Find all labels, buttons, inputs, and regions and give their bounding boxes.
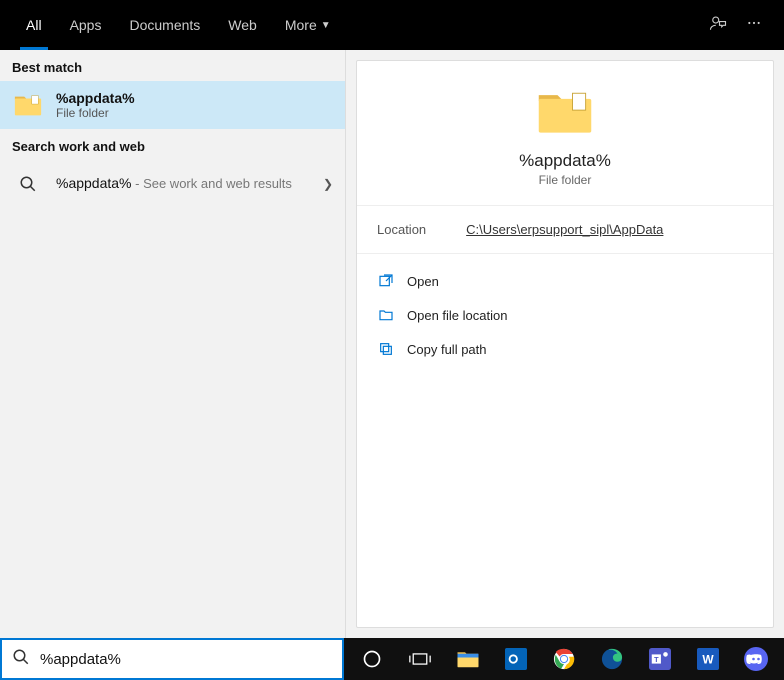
- search-icon: [12, 648, 30, 671]
- best-match-heading: Best match: [0, 50, 345, 81]
- taskbar-chrome-icon[interactable]: [542, 638, 586, 680]
- taskbar-edge-icon[interactable]: [590, 638, 634, 680]
- tab-more-label: More: [285, 17, 317, 33]
- search-box[interactable]: [0, 638, 344, 680]
- taskbar: T W: [344, 638, 784, 680]
- copy-icon: [377, 340, 395, 358]
- chevron-right-icon: ❯: [323, 177, 333, 191]
- search-icon: [12, 168, 44, 200]
- taskbar-taskview-icon[interactable]: [398, 638, 442, 680]
- web-result-tail: - See work and web results: [132, 176, 292, 191]
- taskbar-explorer-icon[interactable]: [446, 638, 490, 680]
- web-search-result[interactable]: %appdata% - See work and web results ❯: [0, 160, 345, 208]
- open-icon: [377, 272, 395, 290]
- best-match-result[interactable]: %appdata% File folder: [0, 81, 345, 129]
- search-input[interactable]: [40, 651, 332, 668]
- more-options-icon[interactable]: [736, 15, 772, 36]
- chevron-down-icon: ▼: [321, 20, 331, 31]
- taskbar-word-icon[interactable]: W: [686, 638, 730, 680]
- svg-text:W: W: [702, 653, 714, 667]
- folder-icon: [535, 87, 595, 137]
- action-copy-path-label: Copy full path: [407, 342, 487, 357]
- tab-web[interactable]: Web: [214, 0, 271, 50]
- action-open-location[interactable]: Open file location: [371, 298, 759, 332]
- results-pane: Best match %appdata% File folder Search …: [0, 50, 346, 638]
- tab-documents[interactable]: Documents: [115, 0, 214, 50]
- search-web-heading: Search work and web: [0, 129, 345, 160]
- preview-pane: %appdata% File folder Location C:\Users\…: [356, 60, 774, 628]
- location-path-link[interactable]: C:\Users\erpsupport_sipl\AppData: [466, 222, 663, 237]
- tab-apps[interactable]: Apps: [56, 0, 116, 50]
- feedback-icon[interactable]: [700, 14, 736, 37]
- tab-all[interactable]: All: [12, 0, 56, 50]
- preview-subtitle: File folder: [539, 173, 592, 187]
- action-open-label: Open: [407, 274, 439, 289]
- taskbar-discord-icon[interactable]: [734, 638, 778, 680]
- folder-open-icon: [377, 306, 395, 324]
- preview-title: %appdata%: [519, 151, 611, 171]
- web-result-title: %appdata%: [56, 175, 132, 191]
- svg-text:T: T: [654, 655, 659, 664]
- location-label: Location: [377, 222, 426, 237]
- folder-icon: [12, 89, 44, 121]
- best-match-title: %appdata%: [56, 90, 135, 106]
- taskbar-outlook-icon[interactable]: [494, 638, 538, 680]
- best-match-subtitle: File folder: [56, 106, 135, 120]
- action-open-location-label: Open file location: [407, 308, 507, 323]
- action-copy-path[interactable]: Copy full path: [371, 332, 759, 366]
- taskbar-teams-icon[interactable]: T: [638, 638, 682, 680]
- action-open[interactable]: Open: [371, 264, 759, 298]
- search-filter-tabbar: All Apps Documents Web More ▼: [0, 0, 784, 50]
- tab-more[interactable]: More ▼: [271, 0, 345, 50]
- taskbar-cortana-icon[interactable]: [350, 638, 394, 680]
